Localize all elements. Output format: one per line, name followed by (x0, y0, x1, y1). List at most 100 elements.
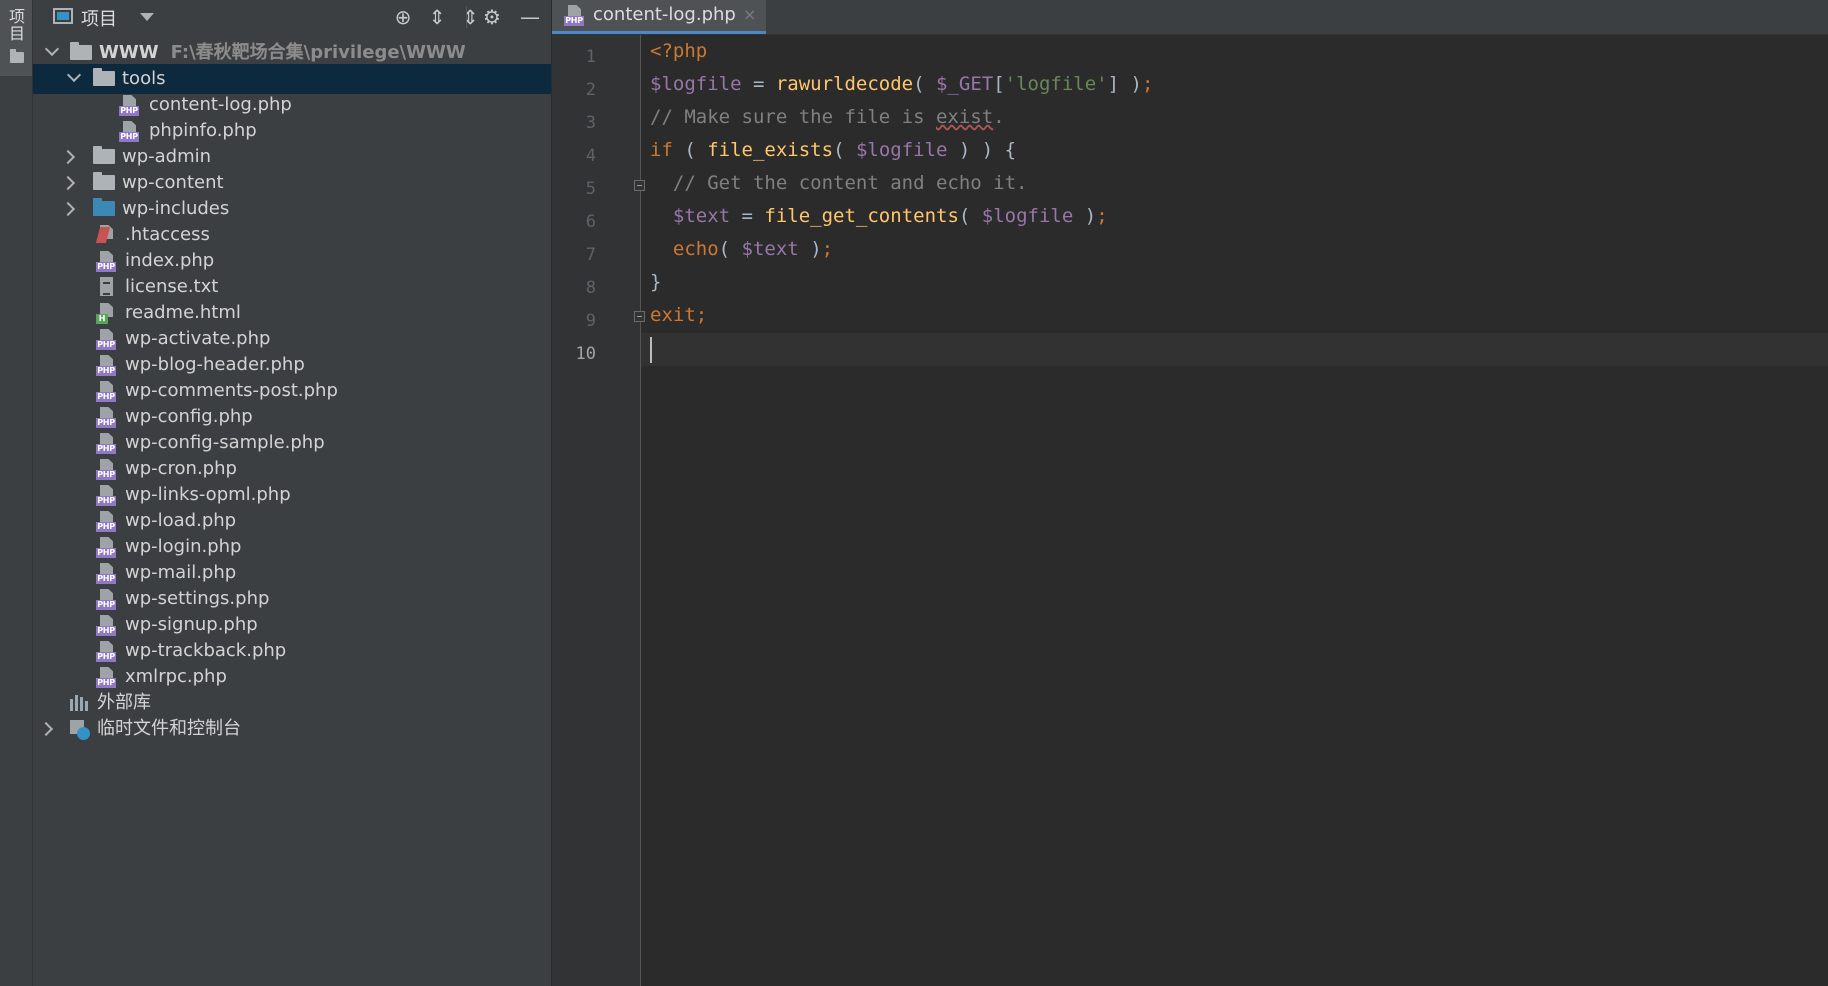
line-number: 5 (585, 179, 596, 199)
text-file-icon (96, 277, 116, 299)
expand-all-icon[interactable]: ⇕ (424, 4, 450, 30)
folder-icon (93, 198, 115, 216)
code-token: file_exists (707, 139, 834, 161)
tree-item-label: 临时文件和控制台 (97, 718, 241, 739)
php-file-icon: PHP (96, 329, 116, 351)
line-number: 2 (585, 80, 596, 100)
code-line[interactable]: <?php (650, 35, 707, 68)
code-token: $logfile (855, 139, 948, 161)
php-file-icon: PHP (96, 485, 116, 507)
php-file-icon: PHP (96, 589, 116, 611)
text-caret (650, 337, 652, 363)
code-token: ) (798, 238, 822, 260)
php-file-icon: PHP (96, 667, 116, 689)
code-token: = (730, 205, 765, 227)
project-strip-label: 项目 (9, 7, 26, 43)
code-token: $logfile (981, 205, 1074, 227)
code-token: ( (672, 139, 708, 161)
chevron-right-icon[interactable] (60, 149, 76, 165)
folder-icon (93, 172, 115, 190)
line-number: 9 (585, 311, 596, 331)
scratches-icon (70, 720, 90, 740)
php-file-icon: PHP (96, 511, 116, 533)
php-file-icon: PHP (96, 355, 116, 377)
folder-icon (93, 68, 115, 86)
chevron-down-icon[interactable] (140, 13, 154, 21)
line-number: 8 (585, 278, 596, 298)
html-file-icon: H (96, 303, 116, 325)
gear-icon[interactable]: ⚙ (479, 4, 505, 30)
fold-marker-icon[interactable] (634, 311, 645, 322)
code-line[interactable]: echo( $text ); (650, 233, 833, 266)
code-token: ( (958, 205, 982, 227)
code-line[interactable]: // Get the content and echo it. (650, 167, 1028, 200)
project-view-icon (53, 8, 73, 24)
code-token: rawurldecode (775, 73, 914, 95)
tree-item-scratches[interactable]: 临时文件和控制台 (33, 714, 551, 744)
folder-icon (93, 146, 115, 164)
code-line[interactable]: // Make sure the file is exist. (650, 101, 1005, 134)
php-file-icon: PHP (119, 121, 139, 143)
code-token: ; (1096, 205, 1108, 227)
code-token: 'logfile' (1004, 73, 1108, 95)
library-icon (70, 695, 90, 711)
php-file-icon: PHP (96, 433, 116, 455)
php-file-icon: PHP (96, 641, 116, 663)
code-token: [ (993, 73, 1005, 95)
chevron-right-icon[interactable] (38, 721, 54, 737)
code-line[interactable]: $text = file_get_contents( $logfile ); (650, 200, 1108, 233)
line-number-gutter[interactable]: 1 2 3 4 5 6 7 8 9 10 (552, 35, 645, 986)
chevron-down-icon[interactable] (66, 67, 82, 83)
chevron-down-icon[interactable] (44, 41, 60, 57)
line-number: 10 (575, 344, 596, 364)
line-number: 3 (585, 113, 596, 133)
locate-icon[interactable]: ⊕ (390, 4, 416, 30)
php-file-icon: PHP (96, 407, 116, 429)
editor-tab-content-log[interactable]: PHP content-log.php × (552, 0, 766, 34)
current-line-highlight (641, 333, 1828, 366)
code-token: // Make sure the file is exist. (650, 106, 1005, 128)
php-file-icon: PHP (96, 459, 116, 481)
php-file-icon: PHP (96, 615, 116, 637)
folder-icon (70, 42, 92, 60)
code-token: = (741, 73, 776, 95)
editor-tab-bar: PHP content-log.php × (552, 0, 1828, 35)
fold-marker-icon[interactable] (634, 180, 645, 191)
editor-area: PHP content-log.php × 1 2 3 4 5 6 7 8 9 10 <?php $… (552, 0, 1828, 986)
chevron-right-icon[interactable] (60, 201, 76, 217)
code-token: <?php (650, 40, 708, 62)
code-token: $_GET (936, 73, 994, 95)
code-token: ] ) (1107, 73, 1142, 95)
htaccess-file-icon (95, 225, 116, 247)
line-number: 1 (585, 47, 596, 67)
code-line[interactable]: $logfile = rawurldecode( $_GET['logfile'… (650, 68, 1153, 101)
code-token: ; (1141, 73, 1154, 95)
php-file-icon: PHP (96, 537, 116, 559)
project-panel-header: 项目 ⊕ ⇕ ⇔ ⚙ — (33, 0, 551, 34)
code-line[interactable]: if ( file_exists( $logfile ) ) { (650, 134, 1016, 167)
minimize-icon[interactable]: — (517, 4, 543, 30)
code-token: $logfile (650, 73, 742, 95)
code-token: ; (695, 304, 708, 326)
folder-icon (10, 49, 24, 63)
project-tool-window-button[interactable]: 项目 (0, 0, 32, 76)
project-panel-title[interactable]: 项目 (81, 5, 117, 31)
php-file-icon: PHP (119, 95, 139, 117)
tool-window-strip: 项目 (0, 0, 33, 986)
code-token: // Get the content and echo it. (650, 172, 1028, 194)
code-token: ( (913, 73, 937, 95)
code-token: ( (718, 238, 742, 260)
chevron-right-icon[interactable] (60, 175, 76, 191)
toolbar-separator (466, 6, 467, 28)
code-token: file_get_contents (764, 205, 959, 227)
code-token: } (650, 271, 662, 293)
close-icon[interactable]: × (743, 5, 756, 24)
code-token: ) ) { (947, 139, 1017, 161)
line-number: 4 (585, 146, 596, 166)
code-line[interactable]: } (650, 266, 661, 299)
code-token: $text (672, 205, 731, 227)
code-line[interactable]: exit; (650, 299, 707, 332)
php-file-icon: PHP (564, 5, 584, 27)
